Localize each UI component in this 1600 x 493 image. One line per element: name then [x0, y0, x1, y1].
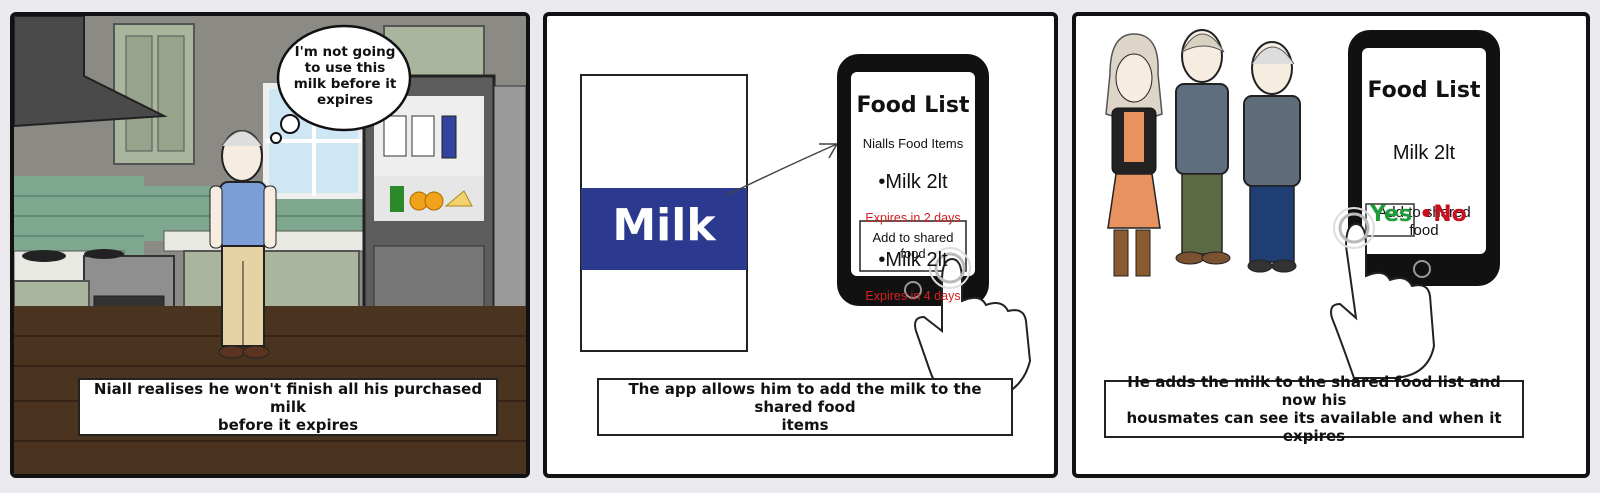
- speech-bubble-text: I'm not going to use this milk before it…: [293, 44, 397, 108]
- app-title: Food List: [1367, 78, 1481, 103]
- app-title: Food List: [856, 93, 970, 118]
- app-subtitle: Nialls Food Items: [862, 136, 964, 151]
- comic-panel-2: Milk Food List Nialls Food Items •Milk 2…: [543, 12, 1058, 478]
- food-item-name[interactable]: •Milk 2lt: [851, 171, 975, 193]
- comic-panel-3: Food List Milk 2lt Add to shared food Ye…: [1072, 12, 1590, 478]
- panel-3-caption: He adds the milk to the shared food list…: [1104, 373, 1524, 445]
- app-screen: Food List Nialls Food Items •Milk 2lt Ex…: [851, 76, 975, 321]
- food-item-expiry: Expires in 4 days: [865, 289, 961, 303]
- housemate-woman: [1105, 33, 1163, 277]
- caption-text: Niall realises he won't finish all his p…: [93, 380, 483, 434]
- no-button[interactable]: •No: [1418, 202, 1468, 227]
- panel-1-caption: Niall realises he won't finish all his p…: [78, 378, 498, 436]
- add-to-shared-food-button[interactable]: Add to shared food: [860, 230, 966, 262]
- caption-text: The app allows him to add the milk to th…: [628, 380, 982, 434]
- milk-carton-label: Milk: [612, 200, 716, 251]
- app-screen: Food List Milk 2lt Add to shared food: [1362, 60, 1486, 258]
- food-item-name: Milk 2lt: [1392, 142, 1456, 164]
- caption-text: He adds the milk to the shared food list…: [1126, 373, 1502, 445]
- housemate-man-2: [1243, 41, 1301, 273]
- comic-panel-1: I'm not going to use this milk before it…: [10, 12, 530, 478]
- yes-button[interactable]: Yes: [1366, 202, 1416, 227]
- housemate-man-1: [1175, 29, 1231, 265]
- food-item-expiry: Expires in 2 days: [865, 211, 961, 225]
- panel-2-caption: The app allows him to add the milk to th…: [597, 378, 1013, 436]
